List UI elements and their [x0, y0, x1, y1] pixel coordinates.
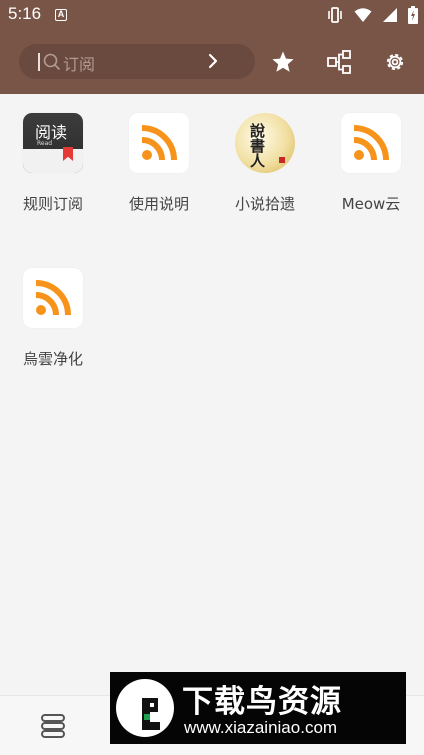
rss-icon — [341, 113, 401, 173]
settings-button[interactable] — [381, 48, 409, 76]
stack-icon[interactable] — [38, 712, 68, 740]
app-toolbar: 订阅 — [0, 30, 424, 94]
watermark-logo — [116, 679, 174, 737]
source-item-novel-collection[interactable]: 說書人 小说拾遗 — [215, 113, 315, 214]
source-label: 小说拾遗 — [234, 195, 295, 213]
status-time: 5:16 — [8, 4, 42, 23]
vibrate-icon — [328, 7, 342, 23]
source-item-rule-subscription[interactable]: 阅读 Read 规则订阅 — [3, 113, 103, 214]
source-label: 规则订阅 — [22, 195, 83, 213]
battery-icon — [408, 6, 418, 24]
source-item-dark-cloud-purify[interactable]: 烏雲净化 — [3, 268, 103, 369]
chevron-right-icon[interactable] — [204, 52, 222, 70]
group-button[interactable] — [325, 48, 353, 76]
notification-app-icon: A — [55, 9, 67, 21]
star-icon — [272, 51, 294, 72]
source-label: Meow云 — [341, 195, 401, 213]
watermark-banner: 下载鸟资源 www.xiazainiao.com — [110, 672, 406, 744]
text-cursor — [38, 53, 40, 71]
share-nodes-icon — [327, 50, 351, 74]
source-label: 使用说明 — [128, 195, 189, 213]
favorites-button[interactable] — [269, 48, 297, 76]
rss-icon — [23, 268, 83, 328]
wifi-icon — [354, 8, 372, 22]
read-app-icon: 阅读 Read — [23, 113, 83, 173]
gear-icon — [386, 53, 404, 71]
watermark-title: 下载鸟资源 — [182, 684, 342, 720]
watermark-url: www.xiazainiao.com — [184, 718, 338, 737]
bird-icon — [142, 698, 160, 730]
status-icons — [326, 6, 418, 24]
signal-icon — [383, 8, 397, 22]
search-placeholder: 订阅 — [63, 55, 96, 74]
source-label: 烏雲净化 — [22, 350, 83, 368]
source-item-usage-guide[interactable]: 使用说明 — [109, 113, 209, 214]
rss-icon — [129, 113, 189, 173]
search-input[interactable]: 订阅 — [19, 44, 255, 79]
status-bar: 5:16 A — [0, 0, 424, 30]
search-icon — [43, 53, 61, 71]
source-item-meow-cloud[interactable]: Meow云 — [321, 113, 421, 214]
novel-seal-icon: 說書人 — [235, 113, 295, 173]
